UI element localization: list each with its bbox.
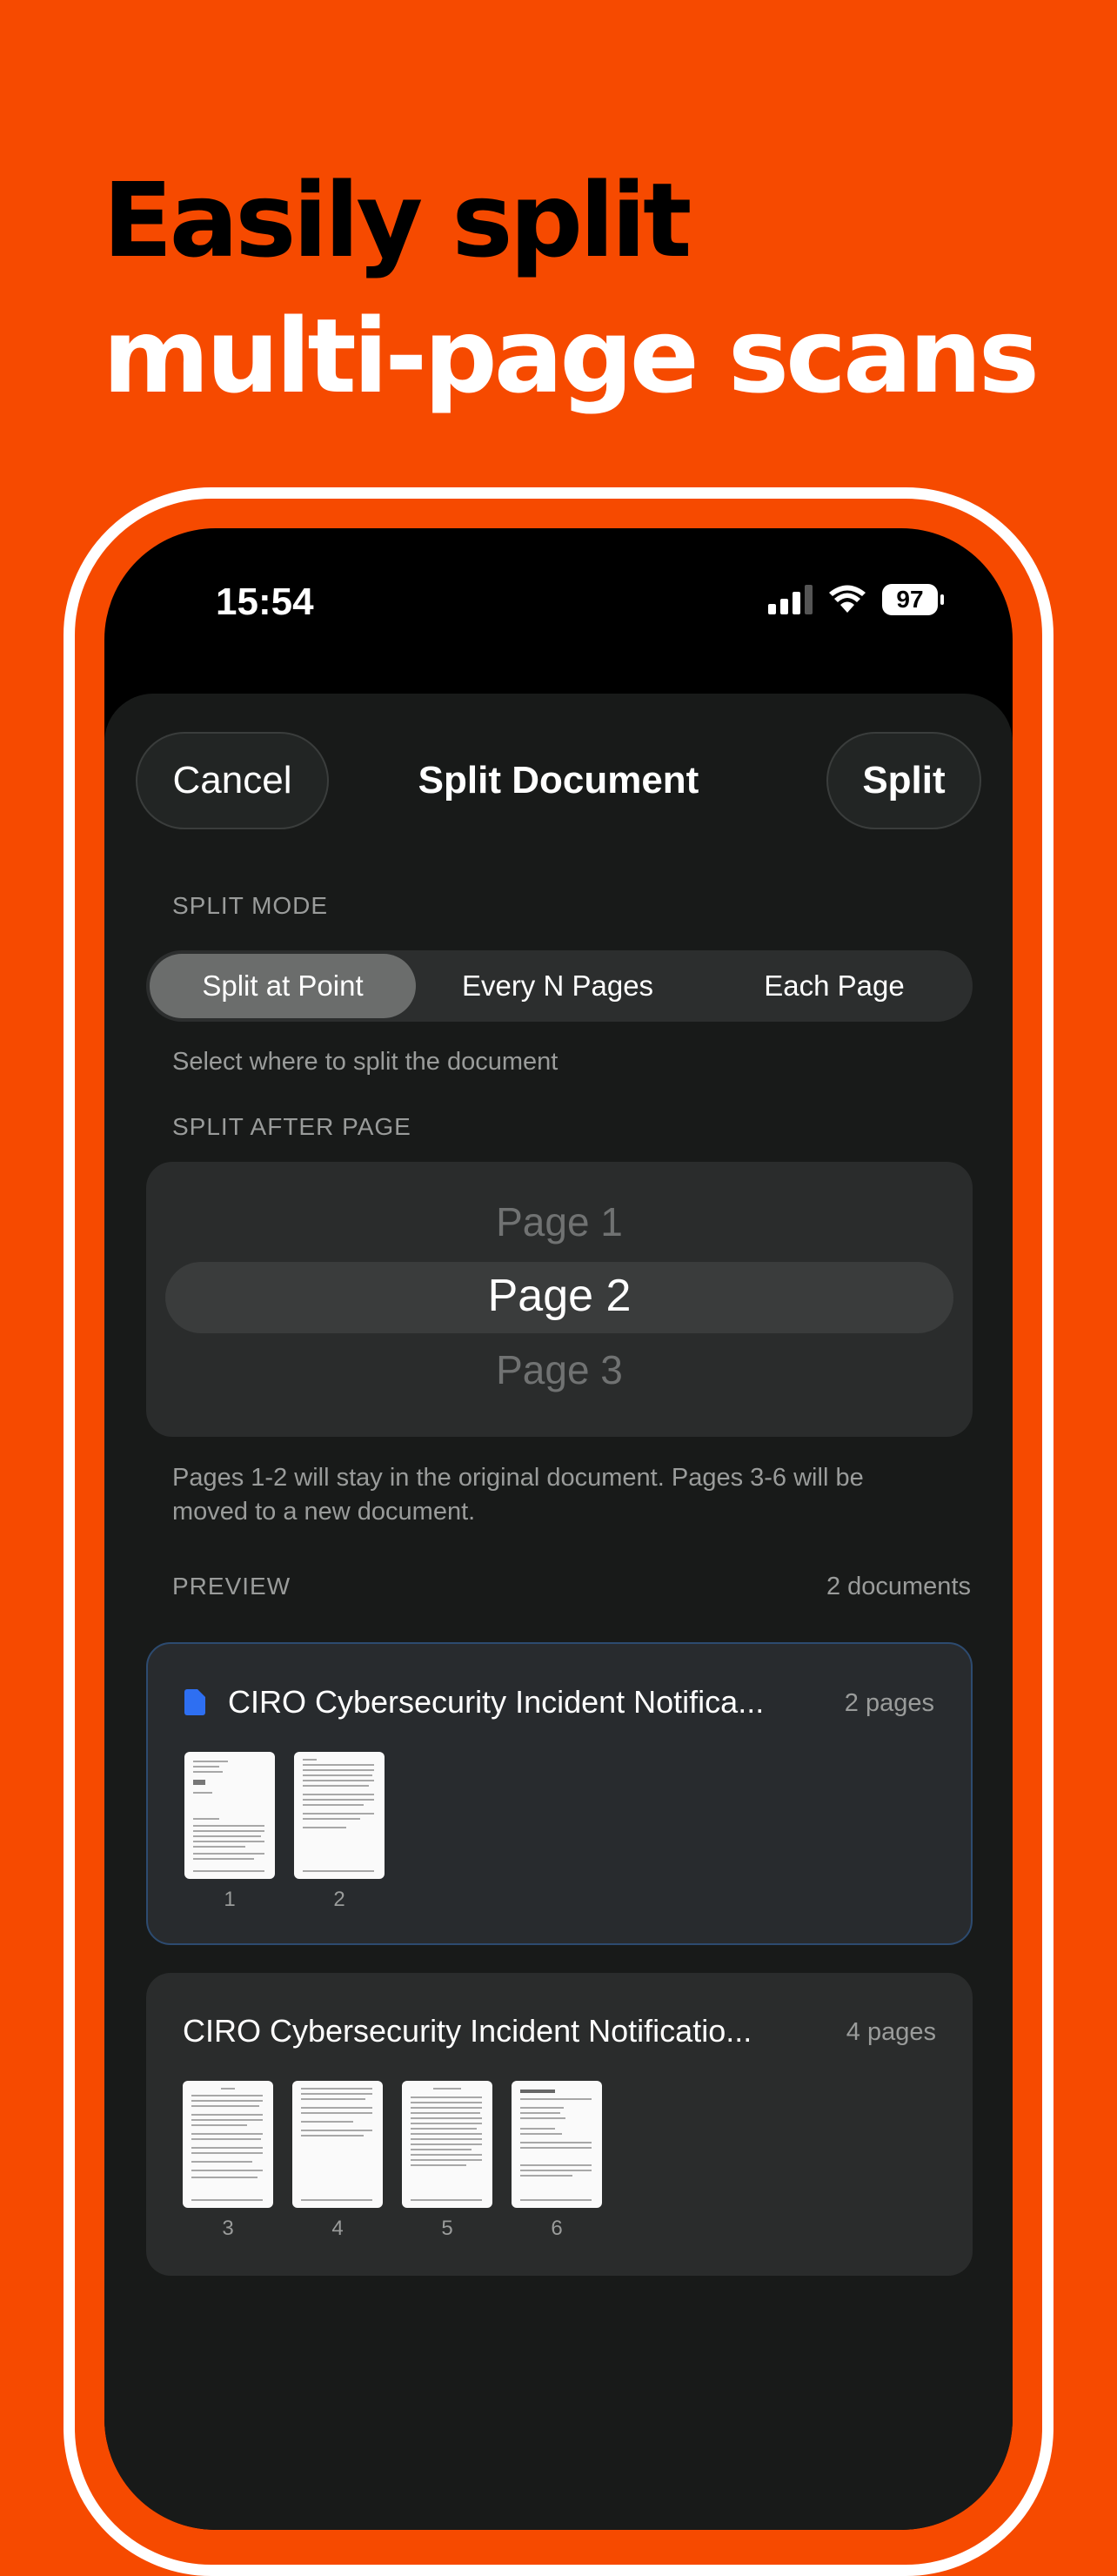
page-thumbnail[interactable]: 2 xyxy=(294,1752,385,1912)
page-thumbnail-image xyxy=(184,1752,275,1879)
cancel-button[interactable]: Cancel xyxy=(136,732,329,829)
preview-count: 2 documents xyxy=(826,1573,971,1600)
page-thumbnail-image xyxy=(294,1752,385,1879)
page-thumbnail[interactable]: 5 xyxy=(402,2081,492,2241)
picker-option-page-2[interactable]: Page 2 xyxy=(146,1270,973,1322)
split-after-hint-line-1: Pages 1-2 will stay in the original docu… xyxy=(172,1464,864,1492)
headline-line-1: Easily split xyxy=(103,160,692,280)
page-thumbnail-image xyxy=(183,2081,273,2208)
page-thumbnails: 1 2 xyxy=(184,1752,385,1912)
document-title: CIRO Cybersecurity Incident Notificatio.… xyxy=(183,2013,752,2049)
preview-label: PREVIEW xyxy=(172,1573,291,1600)
phone-screen: 15:54 97 Cancel Split Document Split SPL… xyxy=(104,528,1013,2530)
wifi-icon xyxy=(829,585,866,613)
document-title: CIRO Cybersecurity Incident Notifica... xyxy=(228,1684,765,1720)
split-mode-hint: Select where to split the document xyxy=(172,1048,558,1076)
document-page-count: 4 pages xyxy=(846,2018,936,2046)
page-picker[interactable]: Page 1 Page 2 Page 3 xyxy=(146,1162,973,1437)
picker-option-page-3[interactable]: Page 3 xyxy=(146,1346,973,1393)
document-card-2[interactable]: CIRO Cybersecurity Incident Notificatio.… xyxy=(146,1973,973,2276)
page-thumbnail[interactable]: 3 xyxy=(183,2081,273,2241)
split-after-hint-line-2: moved to a new document. xyxy=(172,1498,476,1526)
page-thumbnails: 3 4 5 6 xyxy=(183,2081,602,2241)
split-button[interactable]: Split xyxy=(826,732,981,829)
document-icon xyxy=(184,1689,205,1715)
document-page-count: 2 pages xyxy=(844,1689,934,1717)
page-number: 3 xyxy=(222,2217,234,2240)
page-thumbnail[interactable]: 6 xyxy=(512,2081,602,2241)
document-card-1[interactable]: CIRO Cybersecurity Incident Notifica... … xyxy=(146,1642,973,1945)
headline-line-2: multi-page scans xyxy=(103,296,1040,416)
page-thumbnail[interactable]: 4 xyxy=(292,2081,383,2241)
split-document-sheet: Cancel Split Document Split SPLIT MODE S… xyxy=(104,694,1013,2530)
page-number: 4 xyxy=(331,2217,344,2240)
segment-each-page[interactable]: Each Page xyxy=(699,954,969,1018)
split-mode-segmented-control[interactable]: Split at Point Every N Pages Each Page xyxy=(146,950,973,1022)
split-mode-label: SPLIT MODE xyxy=(172,892,329,919)
page-thumbnail-image xyxy=(402,2081,492,2208)
status-time: 15:54 xyxy=(216,580,314,623)
page-thumbnail[interactable]: 1 xyxy=(184,1752,275,1912)
segment-split-at-point[interactable]: Split at Point xyxy=(150,954,416,1018)
segment-every-n-pages[interactable]: Every N Pages xyxy=(423,954,692,1018)
split-after-hint: Pages 1-2 will stay in the original docu… xyxy=(172,1461,864,1529)
battery-icon: 97 xyxy=(882,584,944,615)
page-number: 6 xyxy=(551,2217,563,2240)
page-number: 5 xyxy=(441,2217,453,2240)
page-thumbnail-image xyxy=(512,2081,602,2208)
page-thumbnail-image xyxy=(292,2081,383,2208)
page-number: 2 xyxy=(333,1888,345,1911)
headline: Easily split multi-page scans xyxy=(103,152,1040,424)
split-after-label: SPLIT AFTER PAGE xyxy=(172,1113,411,1140)
status-icons: 97 xyxy=(768,582,944,617)
picker-option-page-1[interactable]: Page 1 xyxy=(146,1198,973,1245)
page-number: 1 xyxy=(224,1888,236,1911)
signal-icon xyxy=(768,585,813,614)
